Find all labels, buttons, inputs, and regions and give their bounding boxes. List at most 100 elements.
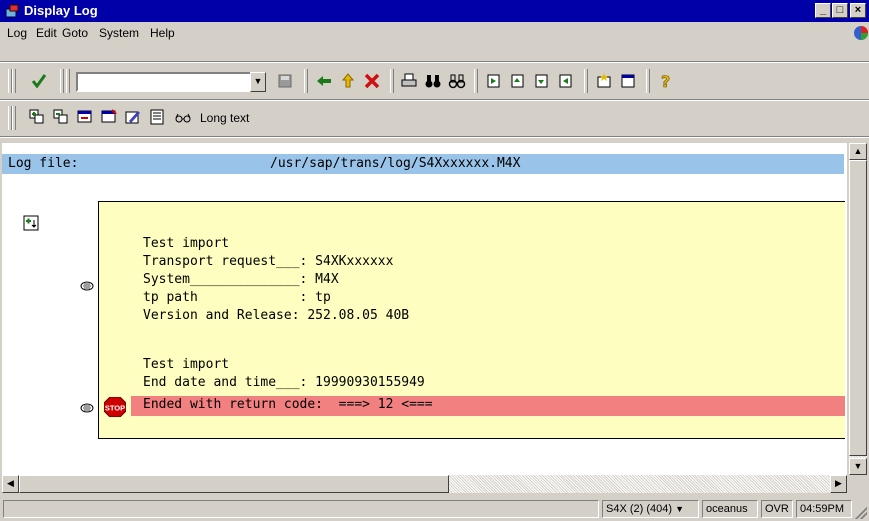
- toolbar-separator: [474, 69, 478, 93]
- collapse-level-button[interactable]: [98, 106, 120, 128]
- menu-system[interactable]: System: [99, 26, 139, 40]
- first-page-icon: [487, 74, 500, 88]
- expand-all-icon: [29, 109, 44, 124]
- log-line: End date and time___: 19990930155949: [143, 375, 425, 390]
- scroll-up-button[interactable]: ▲: [849, 143, 867, 160]
- next-page-button[interactable]: [531, 70, 553, 92]
- menu-bar: Log Edit Goto System Help: [0, 22, 869, 44]
- menu-log[interactable]: Log: [7, 26, 27, 40]
- exit-up-arrow-icon: [341, 73, 355, 88]
- message-bubble-icon[interactable]: [80, 403, 94, 415]
- first-page-button[interactable]: [483, 70, 505, 92]
- next-page-icon: [535, 74, 548, 88]
- glasses-icon: [175, 113, 191, 123]
- toolbar-separator: [304, 69, 308, 93]
- status-message-field: [3, 500, 599, 518]
- message-bubble-icon[interactable]: [80, 281, 94, 293]
- collapse-all-button[interactable]: [50, 106, 72, 128]
- edit-pencil-icon: [125, 111, 140, 124]
- expand-node-icon[interactable]: [23, 215, 39, 231]
- list-icon: [150, 109, 164, 125]
- checkmark-icon: [31, 74, 47, 89]
- find-next-button[interactable]: [446, 70, 468, 92]
- log-line: System______________: M4X: [143, 272, 339, 287]
- last-page-button[interactable]: [555, 70, 577, 92]
- system-toolbar: ▼ ?: [0, 64, 869, 98]
- insert-mode: OVR: [765, 503, 789, 515]
- close-button[interactable]: ×: [850, 3, 866, 18]
- toolbar-separator: [584, 69, 588, 93]
- find-button[interactable]: [422, 70, 444, 92]
- create-shortcut-button[interactable]: [617, 70, 639, 92]
- vertical-scrollbar[interactable]: ▲ ▼: [849, 143, 867, 475]
- toolbar-separator: [60, 69, 64, 93]
- tree-collapse-icon: [101, 109, 117, 123]
- menu-goto[interactable]: Goto: [62, 26, 88, 40]
- log-line: Transport request___: S4XKxxxxxx: [143, 254, 394, 269]
- last-page-icon: [559, 74, 572, 88]
- shortcut-icon: [621, 74, 635, 88]
- previous-page-button[interactable]: [507, 70, 529, 92]
- dropdown-arrow-icon[interactable]: ▼: [675, 504, 684, 514]
- scroll-down-button[interactable]: ▼: [849, 458, 867, 475]
- horizontal-scrollbar[interactable]: ◀ ▶: [2, 475, 847, 493]
- time: 04:59PM: [800, 503, 845, 515]
- expand-level-button[interactable]: [74, 106, 96, 128]
- menu-help[interactable]: Help: [150, 26, 175, 40]
- edit-button[interactable]: [122, 106, 144, 128]
- save-disk-icon: [278, 74, 292, 88]
- log-message-box: Test import Transport request___: S4XKxx…: [98, 201, 845, 439]
- log-file-path: /usr/sap/trans/log/S4Xxxxxxx.M4X: [270, 156, 521, 171]
- horizontal-scroll-thumb[interactable]: [19, 475, 449, 493]
- system-info-field[interactable]: S4X (2) (404) ▼: [602, 500, 699, 518]
- scroll-right-button[interactable]: ▶: [830, 475, 847, 493]
- enter-checkmark-button[interactable]: [28, 70, 50, 92]
- sap-color-logo-icon: [854, 26, 868, 40]
- stop-icon: STOP: [104, 397, 126, 417]
- menu-edit[interactable]: Edit: [36, 26, 57, 40]
- svg-text:?: ?: [661, 72, 670, 90]
- resize-grip[interactable]: [855, 507, 867, 519]
- cancel-x-icon: [364, 73, 380, 89]
- log-file-header: Log file: /usr/sap/trans/log/S4Xxxxxxx.M…: [2, 154, 844, 174]
- tree-expand-icon: [77, 110, 92, 123]
- save-button[interactable]: [274, 70, 296, 92]
- back-button[interactable]: [313, 70, 335, 92]
- separator: [0, 61, 869, 63]
- new-session-icon: [597, 73, 611, 88]
- create-session-button[interactable]: [593, 70, 615, 92]
- previous-page-icon: [511, 74, 524, 88]
- vertical-scroll-thumb[interactable]: [849, 160, 867, 456]
- print-button[interactable]: [398, 70, 420, 92]
- command-field[interactable]: ▼: [76, 72, 266, 92]
- stop-icon-text: STOP: [105, 404, 125, 413]
- status-bar: S4X (2) (404) ▼ oceanus OVR 04:59PM: [0, 496, 869, 521]
- scroll-left-button[interactable]: ◀: [2, 475, 19, 493]
- binoculars-next-icon: [448, 74, 466, 89]
- separator: [0, 99, 869, 101]
- sap-app-icon: [5, 4, 19, 18]
- insert-mode-field: OVR: [761, 500, 793, 518]
- toolbar-separator: [390, 69, 394, 93]
- exit-button[interactable]: [337, 70, 359, 92]
- cancel-button[interactable]: [361, 70, 383, 92]
- maximize-button[interactable]: □: [832, 3, 848, 18]
- system-info: S4X (2) (404): [606, 503, 673, 515]
- help-button[interactable]: ?: [655, 70, 677, 92]
- display-log-window: Display Log _ □ × Log Edit Goto System H…: [0, 0, 869, 521]
- title-bar: Display Log _ □ ×: [0, 0, 869, 22]
- server-name: oceanus: [706, 503, 748, 515]
- expand-all-button[interactable]: [26, 106, 48, 128]
- server-field: oceanus: [702, 500, 758, 518]
- command-dropdown-button[interactable]: ▼: [250, 72, 266, 92]
- log-line: Test import: [143, 357, 230, 372]
- log-line: Test import: [143, 236, 230, 251]
- minimize-button[interactable]: _: [815, 3, 831, 18]
- toolbar-separator: [646, 69, 650, 93]
- window-title: Display Log: [24, 3, 98, 18]
- log-line: tp path : tp: [143, 290, 331, 305]
- long-text-label[interactable]: Long text: [200, 111, 249, 125]
- list-button[interactable]: [146, 106, 168, 128]
- separator: [0, 136, 869, 138]
- toolbar-grip: [12, 106, 16, 130]
